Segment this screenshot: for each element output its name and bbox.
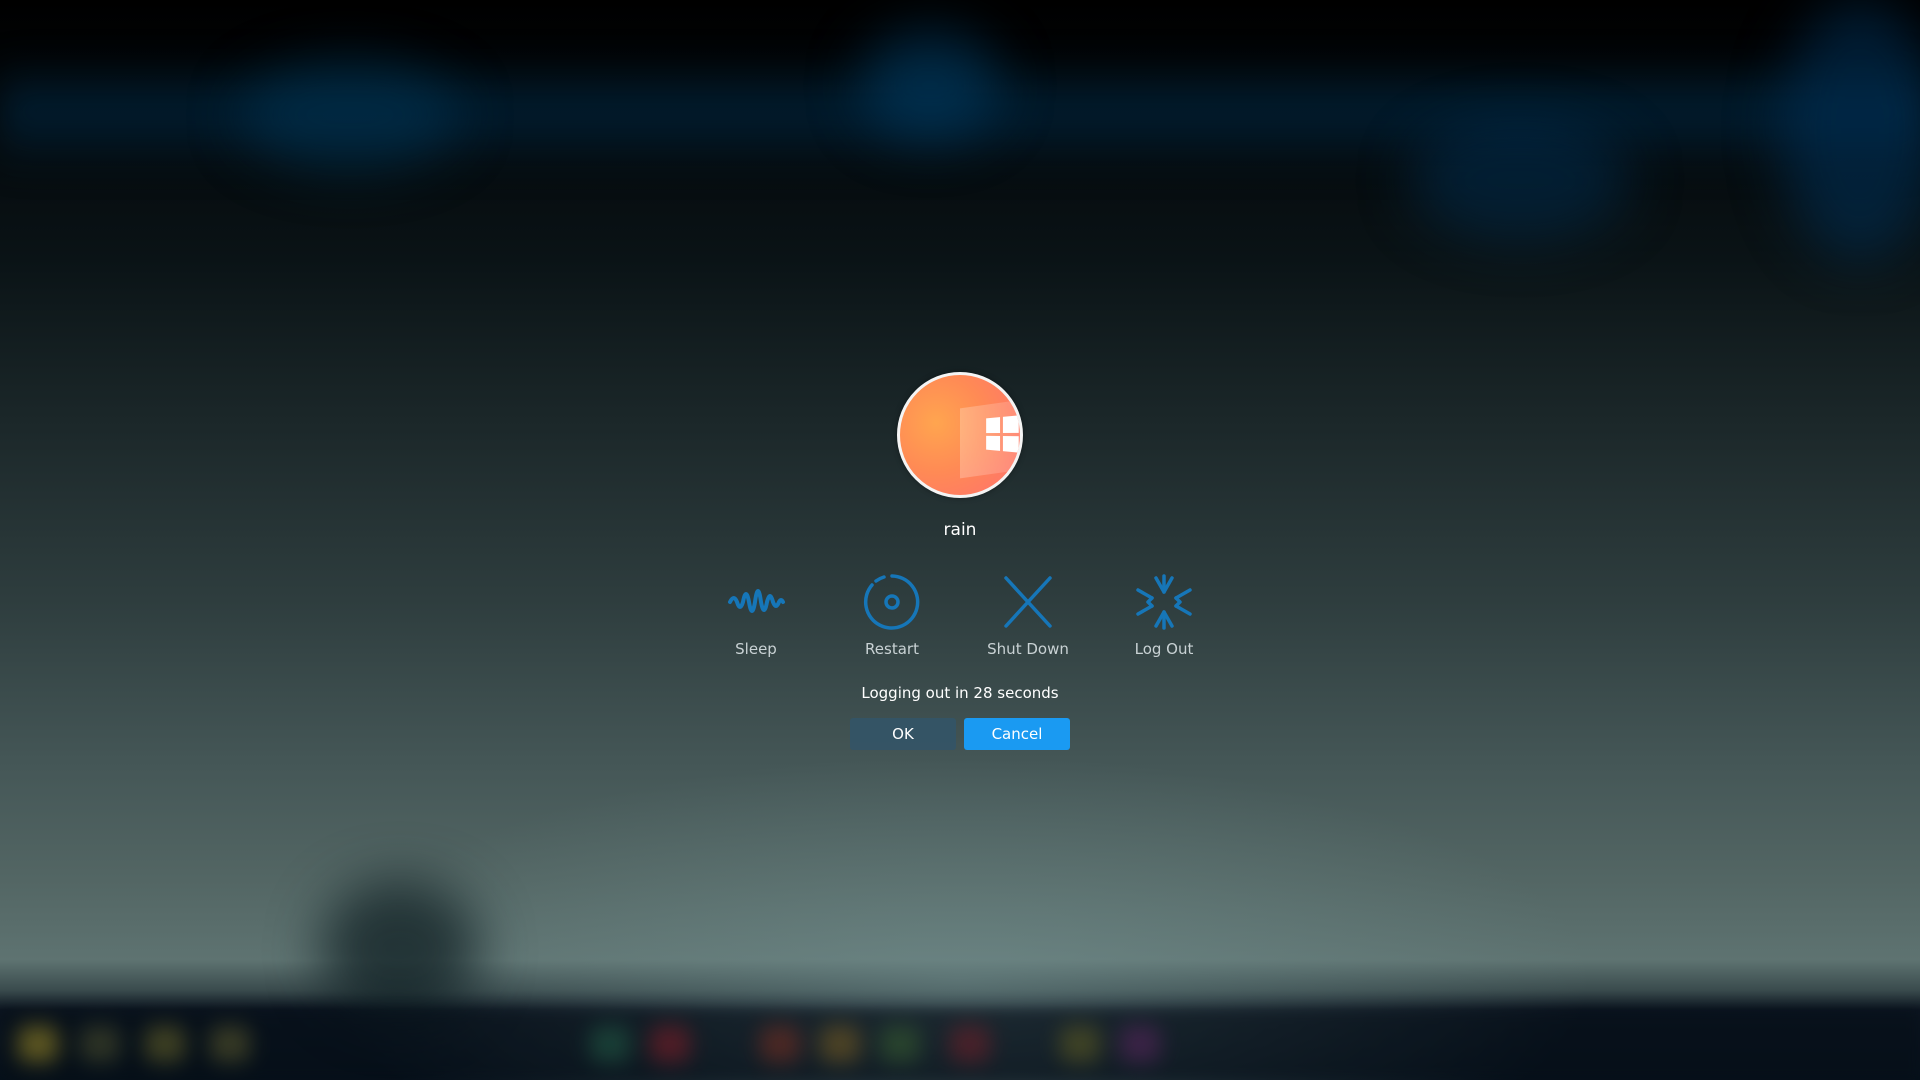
blurred-taskbar-icon <box>820 1026 860 1062</box>
sleep-label: Sleep <box>735 640 777 658</box>
background-blur-shape <box>240 60 460 170</box>
blurred-taskbar-icon <box>950 1026 990 1062</box>
blurred-taskbar-icon <box>650 1026 690 1062</box>
blurred-taskbar-icon <box>1060 1026 1100 1062</box>
logout-countdown-text: Logging out in 28 seconds <box>861 684 1059 702</box>
sleep-button[interactable]: Sleep <box>688 572 824 658</box>
cancel-button[interactable]: Cancel <box>964 718 1070 750</box>
blurred-taskbar-icon <box>145 1026 185 1062</box>
shutdown-label: Shut Down <box>987 640 1069 658</box>
blurred-taskbar <box>0 1010 1920 1080</box>
user-name: rain <box>943 520 977 540</box>
restart-button[interactable]: Restart <box>824 572 960 658</box>
background-blur-shape <box>1410 120 1630 240</box>
blurred-taskbar-icon <box>80 1026 120 1062</box>
windows-logo-icon <box>986 415 1019 453</box>
blurred-taskbar-icon <box>880 1026 920 1062</box>
user-avatar <box>897 372 1023 498</box>
sleep-wave-icon <box>728 589 785 613</box>
logout-dialog: rain Sleep Restart Shut Down Log Out Log… <box>0 372 1920 750</box>
blurred-taskbar-icon <box>760 1026 800 1062</box>
blurred-taskbar-icon <box>18 1026 58 1062</box>
logout-burst-icon <box>1136 574 1192 630</box>
background-blur-shape <box>320 880 480 1020</box>
ok-button[interactable]: OK <box>850 718 956 750</box>
blurred-taskbar-icon <box>1120 1026 1160 1062</box>
background-blur-shape <box>860 30 1000 140</box>
restart-ring-icon <box>863 574 920 630</box>
logout-button[interactable]: Log Out <box>1096 572 1232 658</box>
shutdown-x-icon <box>1004 576 1052 628</box>
blurred-taskbar-icon <box>210 1026 250 1062</box>
shutdown-button[interactable]: Shut Down <box>960 572 1096 658</box>
dialog-buttons: OK Cancel <box>850 718 1070 750</box>
power-actions: Sleep Restart Shut Down Log Out <box>688 572 1232 658</box>
restart-label: Restart <box>865 640 919 658</box>
logout-label: Log Out <box>1134 640 1194 658</box>
blurred-taskbar-icon <box>590 1026 630 1062</box>
